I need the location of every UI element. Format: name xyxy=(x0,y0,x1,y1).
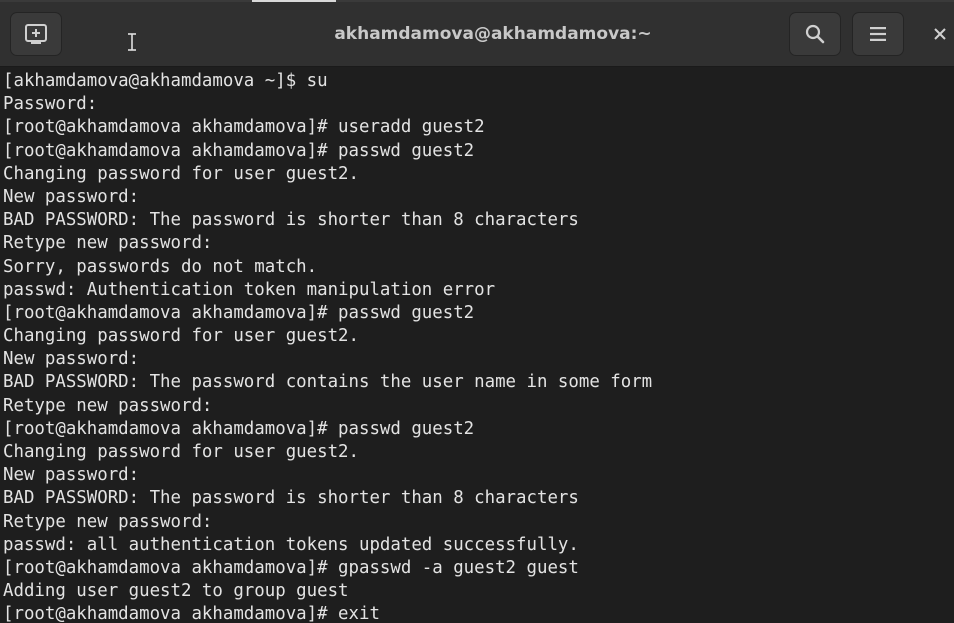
terminal-line: Password: xyxy=(3,94,98,115)
terminal-line: Adding user guest2 to group guest xyxy=(3,581,349,602)
terminal-output[interactable]: [akhamdamova@akhamdamova ~]$ su Password:… xyxy=(0,70,954,623)
text-cursor-icon xyxy=(128,33,136,51)
terminal-line: [akhamdamova@akhamdamova ~]$ su xyxy=(3,71,328,91)
header-bar: akhamdamova@akhamdamova:~ xyxy=(0,2,954,67)
new-tab-icon xyxy=(25,24,47,44)
close-button[interactable] xyxy=(932,16,954,52)
terminal-line: New password: xyxy=(3,186,140,207)
terminal-line: Retype new password: xyxy=(3,233,213,254)
window-title: akhamdamova@akhamdamova:~ xyxy=(334,24,652,44)
terminal-line: Sorry, passwords do not match. xyxy=(3,256,318,277)
search-icon xyxy=(805,24,825,44)
terminal-line: Changing password for user guest2. xyxy=(3,326,359,347)
new-tab-button[interactable] xyxy=(10,12,62,56)
terminal-line: [root@akhamdamova akhamdamova]# passwd g… xyxy=(3,418,475,439)
terminal-line: [root@akhamdamova akhamdamova]# gpasswd … xyxy=(3,557,579,578)
terminal-line: Changing password for user guest2. xyxy=(3,442,359,462)
terminal-line: New password: xyxy=(3,465,140,486)
terminal-line: [root@akhamdamova akhamdamova]# useradd … xyxy=(3,117,485,138)
terminal-line: [root@akhamdamova akhamdamova]# passwd g… xyxy=(3,140,475,161)
terminal-window: akhamdamova@akhamdamova:~ [akhamdamova@a… xyxy=(0,0,954,623)
terminal-line: passwd: Authentication token manipulatio… xyxy=(3,279,496,300)
terminal-line: Retype new password: xyxy=(3,511,213,532)
terminal-line: [root@akhamdamova akhamdamova]# exit xyxy=(3,604,380,623)
terminal-line: Retype new password: xyxy=(3,395,213,416)
terminal-line: passwd: all authentication tokens update… xyxy=(3,534,579,555)
hamburger-menu-icon xyxy=(870,27,886,41)
search-button[interactable] xyxy=(789,12,841,56)
terminal-line: BAD PASSWORD: The password is shorter th… xyxy=(3,488,579,509)
menu-button[interactable] xyxy=(852,12,904,56)
terminal-line: New password: xyxy=(3,349,140,370)
terminal-line: Changing password for user guest2. xyxy=(3,163,359,184)
terminal-line: BAD PASSWORD: The password is shorter th… xyxy=(3,210,579,231)
close-icon xyxy=(934,28,946,40)
terminal-line: BAD PASSWORD: The password contains the … xyxy=(3,372,653,393)
terminal-line: [root@akhamdamova akhamdamova]# passwd g… xyxy=(3,302,475,323)
